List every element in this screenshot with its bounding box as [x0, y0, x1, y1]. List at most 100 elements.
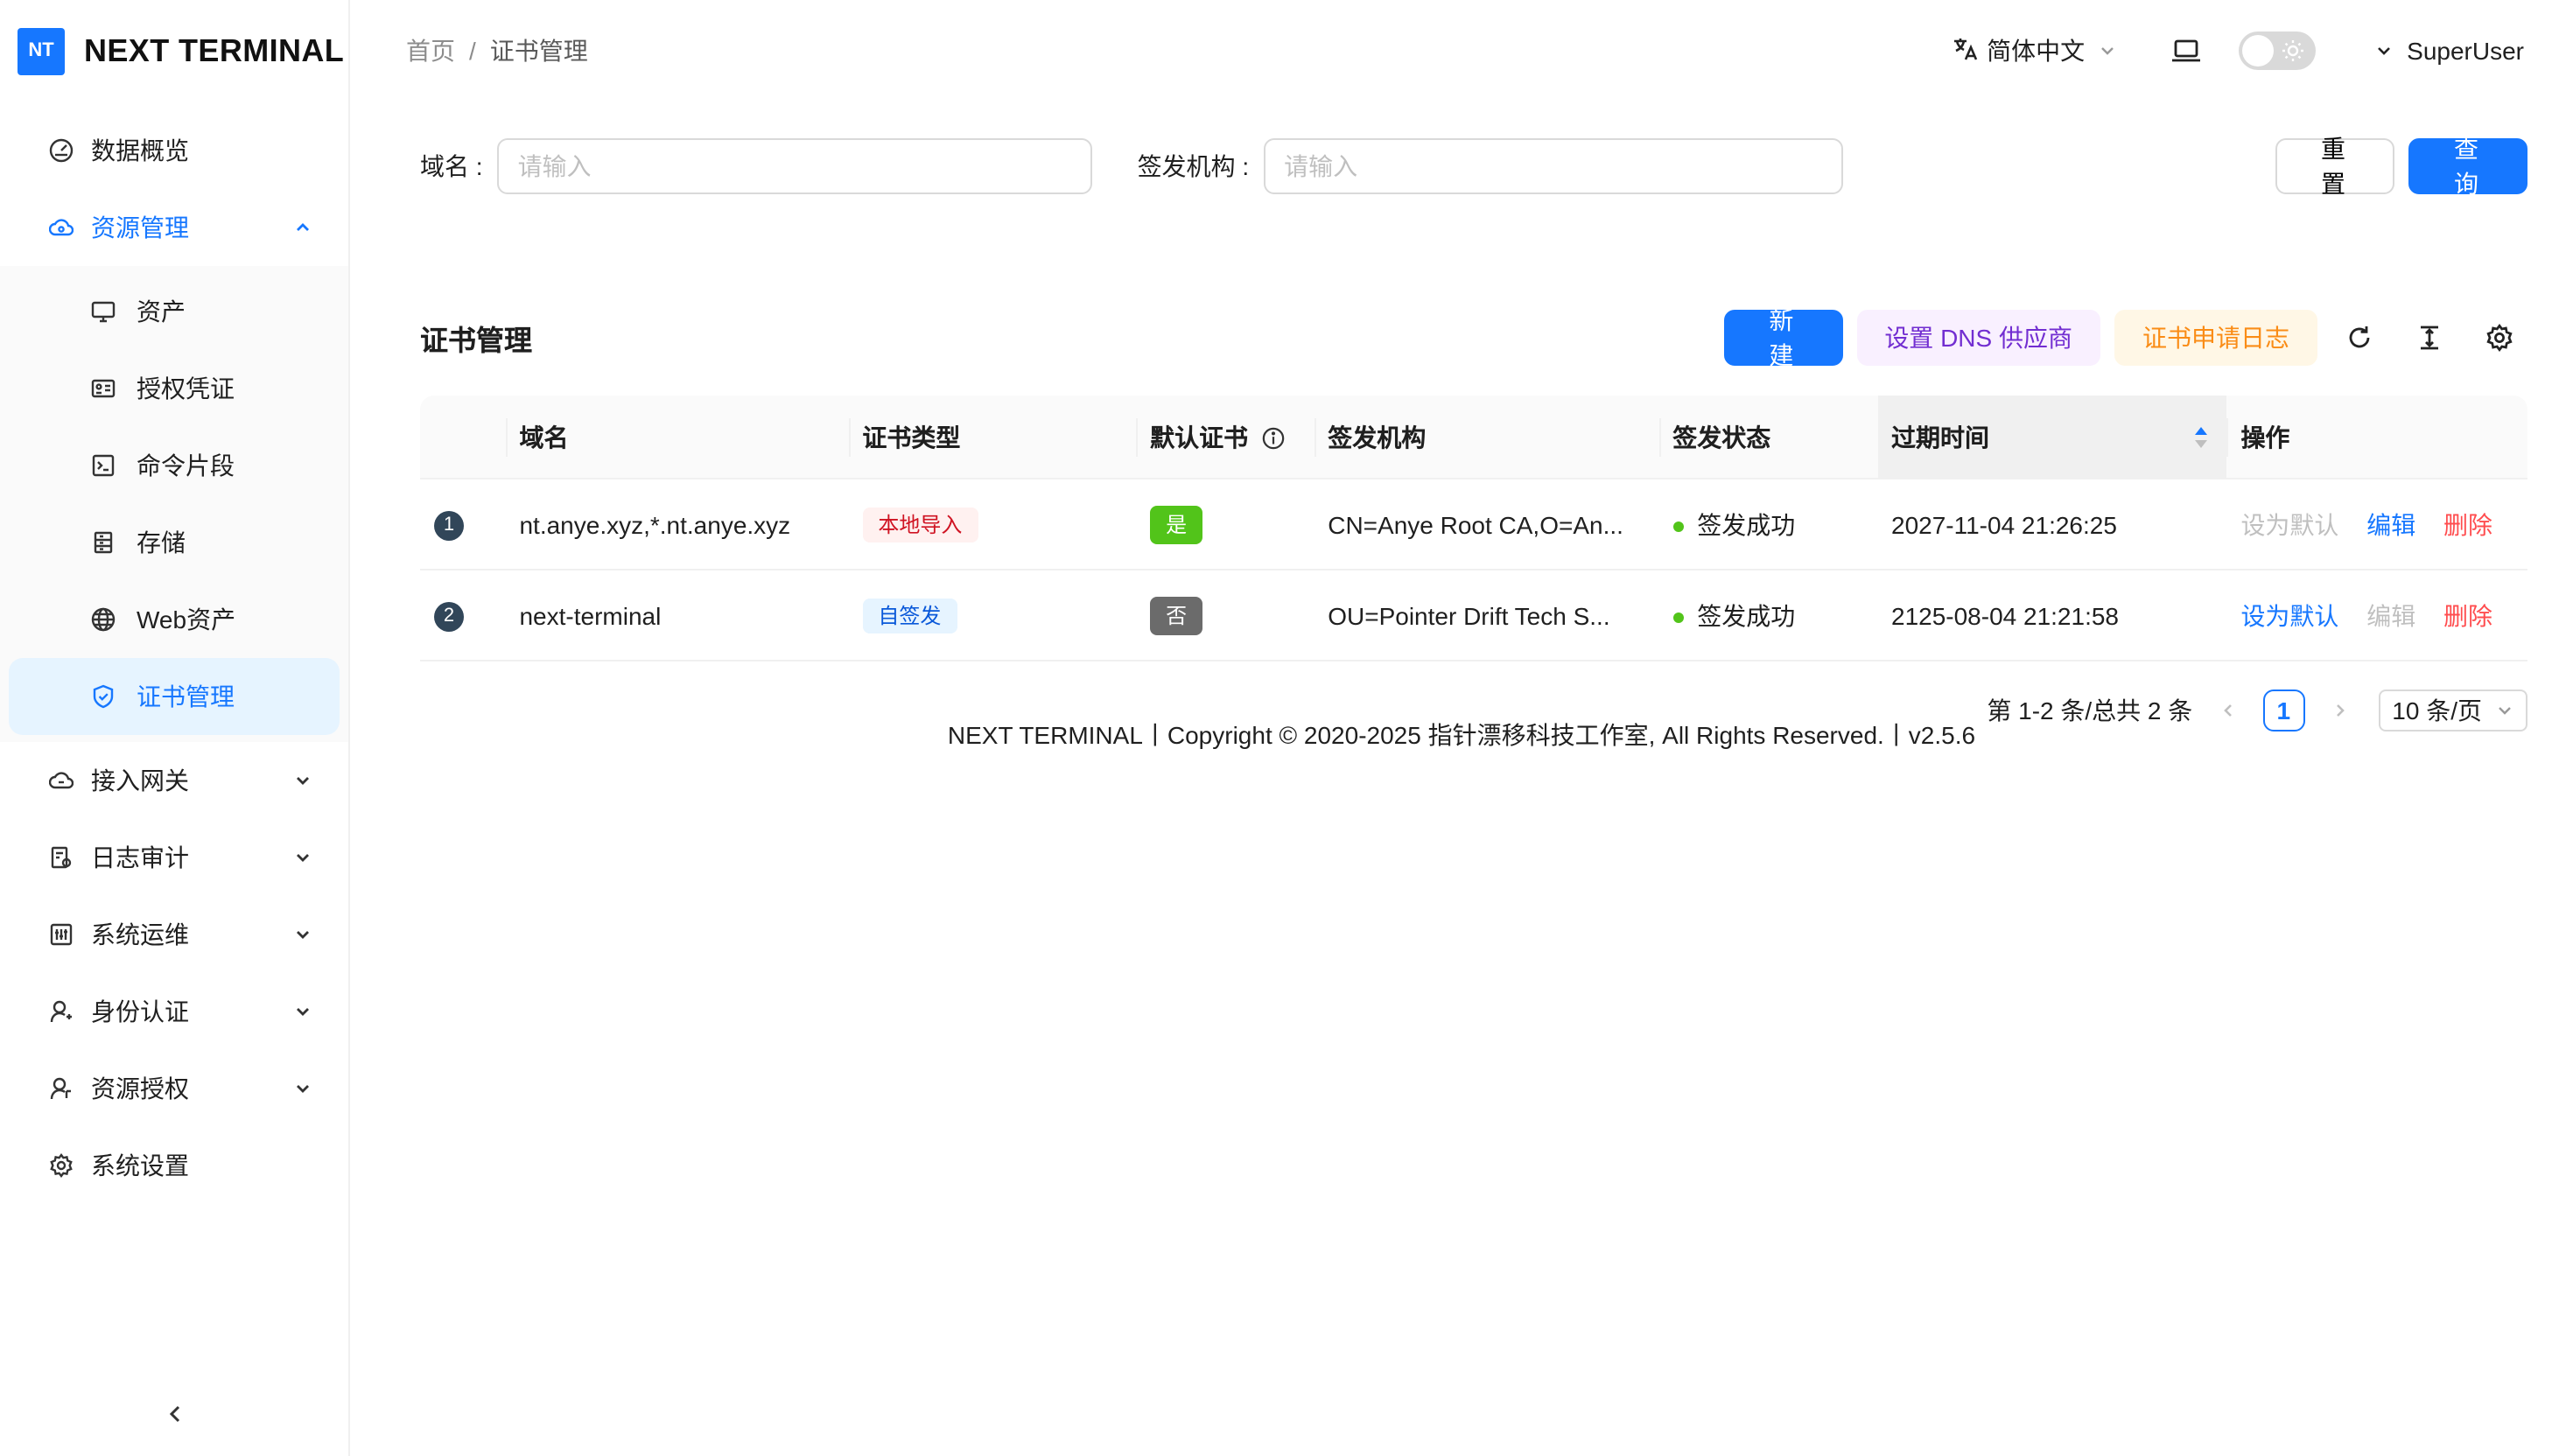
- ops-icon: [49, 922, 74, 947]
- sidebar-item-settings[interactable]: 系统设置: [0, 1127, 348, 1204]
- sidebar-item-label: 证书管理: [137, 682, 235, 710]
- chevron-down-icon: [292, 1078, 313, 1099]
- chevron-down-icon: [292, 924, 313, 945]
- cell-domain: next-terminal: [505, 570, 849, 662]
- sort-icon: [2195, 427, 2208, 448]
- cell-issuer: OU=Pointer Drift Tech S...: [1314, 570, 1659, 662]
- search-actions: 重 置 查 询: [2275, 135, 2527, 198]
- dashboard-icon: [49, 138, 74, 163]
- chevron-up-icon: [292, 217, 313, 238]
- table-header-expire[interactable]: 过期时间: [1877, 396, 2227, 480]
- safety-certificate-icon: [91, 684, 116, 709]
- sidebar-item-label: 身份认证: [91, 998, 189, 1026]
- chevron-down-icon: [2375, 37, 2393, 65]
- sidebar-item-certificate[interactable]: 证书管理: [9, 658, 340, 735]
- status-dot: [1672, 612, 1684, 623]
- sidebar-item-asset[interactable]: 资产: [9, 273, 340, 350]
- cell-default: 是: [1136, 480, 1315, 570]
- sidebar-item-label: 存储: [137, 528, 186, 556]
- sidebar-item-ops[interactable]: 系统运维: [0, 896, 348, 973]
- code-icon: [91, 453, 116, 478]
- dns-provider-button[interactable]: 设置 DNS 供应商: [1856, 310, 2100, 366]
- table-header-default: 默认证书: [1136, 396, 1315, 480]
- brand[interactable]: NT NEXT TERMINAL: [0, 0, 348, 102]
- sidebar-item-label: 接入网关: [91, 766, 189, 794]
- domain-label: 域名 :: [420, 152, 483, 180]
- language-select[interactable]: 简体中文: [1952, 33, 2116, 68]
- delete-button[interactable]: 删除: [2443, 510, 2492, 538]
- chevron-left-icon: [169, 1405, 180, 1423]
- sidebar-item-label: 资源管理: [91, 214, 189, 242]
- row-index: 1: [420, 480, 506, 570]
- table-header-row: 域名 证书类型 默认证书 签发机构 签发状态 过期时间 操作: [420, 396, 2527, 480]
- sidebar-item-audit[interactable]: 日志审计: [0, 819, 348, 896]
- sidebar-item-resource[interactable]: 资源管理: [0, 189, 348, 266]
- search-form: 域名 : 签发机构 : 重 置 查 询: [420, 102, 2527, 231]
- sidebar-item-credential[interactable]: 授权凭证: [9, 350, 340, 427]
- sidebar-item-authorization[interactable]: 资源授权: [0, 1050, 348, 1127]
- sidebar-item-dashboard[interactable]: 数据概览: [0, 112, 348, 189]
- user-icon: [49, 999, 74, 1024]
- edit-button[interactable]: 编辑: [2366, 601, 2415, 629]
- sidebar-item-command[interactable]: 命令片段: [9, 427, 340, 504]
- sun-icon: [2282, 40, 2304, 61]
- chevron-down-icon: [292, 1001, 313, 1022]
- sidebar-item-label: 命令片段: [137, 452, 235, 480]
- cell-type: 自签发: [848, 570, 1137, 662]
- theme-toggle[interactable]: [2239, 32, 2317, 70]
- sidebar-item-web-asset[interactable]: Web资产: [9, 581, 340, 658]
- user-menu[interactable]: SuperUser: [2375, 37, 2524, 65]
- status-dot: [1672, 521, 1684, 532]
- edit-button[interactable]: 编辑: [2366, 510, 2415, 538]
- new-button[interactable]: 新 建: [1723, 306, 1843, 369]
- submenu-resource: 资产 授权凭证 命令片段 存储 Web资产 证书管理: [0, 266, 348, 742]
- sidebar-item-storage[interactable]: 存储: [9, 504, 340, 581]
- collapse-sidebar-button[interactable]: [158, 1396, 193, 1432]
- sidebar-item-label: Web资产: [137, 606, 236, 634]
- chevron-right-icon: [2336, 704, 2345, 717]
- sidebar-item-identity[interactable]: 身份认证: [0, 973, 348, 1050]
- database-icon: [91, 530, 116, 555]
- global-icon: [91, 607, 116, 632]
- cloud-icon: [49, 215, 74, 240]
- delete-button[interactable]: 删除: [2443, 601, 2492, 629]
- certificate-table: 域名 证书类型 默认证书 签发机构 签发状态 过期时间 操作 1 nt.anye: [420, 396, 2527, 662]
- main-content: 域名 : 签发机构 : 重 置 查 询 证书管理 新 建 设置 DNS 供应商: [350, 102, 2573, 1456]
- cell-expire: 2027-11-04 21:26:25: [1877, 480, 2227, 570]
- domain-input-wrapper: [496, 138, 1092, 194]
- laptop-icon[interactable]: [2169, 33, 2204, 68]
- column-height-icon[interactable]: [2401, 310, 2457, 366]
- row-index: 2: [420, 570, 506, 662]
- set-default-button[interactable]: 设为默认: [2240, 510, 2338, 538]
- top-header: 首页 / 证书管理 简体中文 SuperUser: [350, 0, 2573, 102]
- reset-button[interactable]: 重 置: [2275, 135, 2394, 198]
- type-tag: 自签发: [862, 598, 957, 633]
- brand-logo: NT: [18, 27, 65, 74]
- reload-icon[interactable]: [2331, 310, 2387, 366]
- breadcrumb-separator: /: [469, 37, 476, 65]
- table-row: 2 next-terminal 自签发 否 OU=Pointer Drift T…: [420, 570, 2527, 662]
- chevron-down-icon: [2499, 707, 2511, 715]
- query-button[interactable]: 查 询: [2408, 135, 2527, 198]
- user-auth-icon: [49, 1076, 74, 1101]
- sidebar-item-label: 授权凭证: [137, 374, 235, 402]
- sidebar-item-gateway[interactable]: 接入网关: [0, 742, 348, 819]
- set-default-button[interactable]: 设为默认: [2240, 601, 2338, 629]
- brand-name: NEXT TERMINAL: [84, 32, 345, 67]
- sidebar-item-label: 系统运维: [91, 920, 189, 948]
- default-badge: 是: [1150, 505, 1203, 543]
- domain-field: 域名 :: [420, 138, 1092, 194]
- certificate-log-button[interactable]: 证书申请日志: [2114, 310, 2317, 366]
- cell-actions: 设为默认 编辑 删除: [2226, 570, 2527, 662]
- breadcrumb-home[interactable]: 首页: [406, 33, 455, 68]
- domain-input[interactable]: [517, 152, 1071, 180]
- language-label: 简体中文: [1987, 37, 2086, 65]
- table-header-domain: 域名: [505, 396, 849, 480]
- table-header-type: 证书类型: [848, 396, 1137, 480]
- issuer-input[interactable]: [1284, 152, 1822, 180]
- id-card-icon: [91, 376, 116, 401]
- username: SuperUser: [2407, 37, 2524, 65]
- sidebar-item-label: 资产: [137, 298, 186, 326]
- sidebar-item-label: 日志审计: [91, 844, 189, 872]
- setting-icon[interactable]: [2471, 310, 2527, 366]
